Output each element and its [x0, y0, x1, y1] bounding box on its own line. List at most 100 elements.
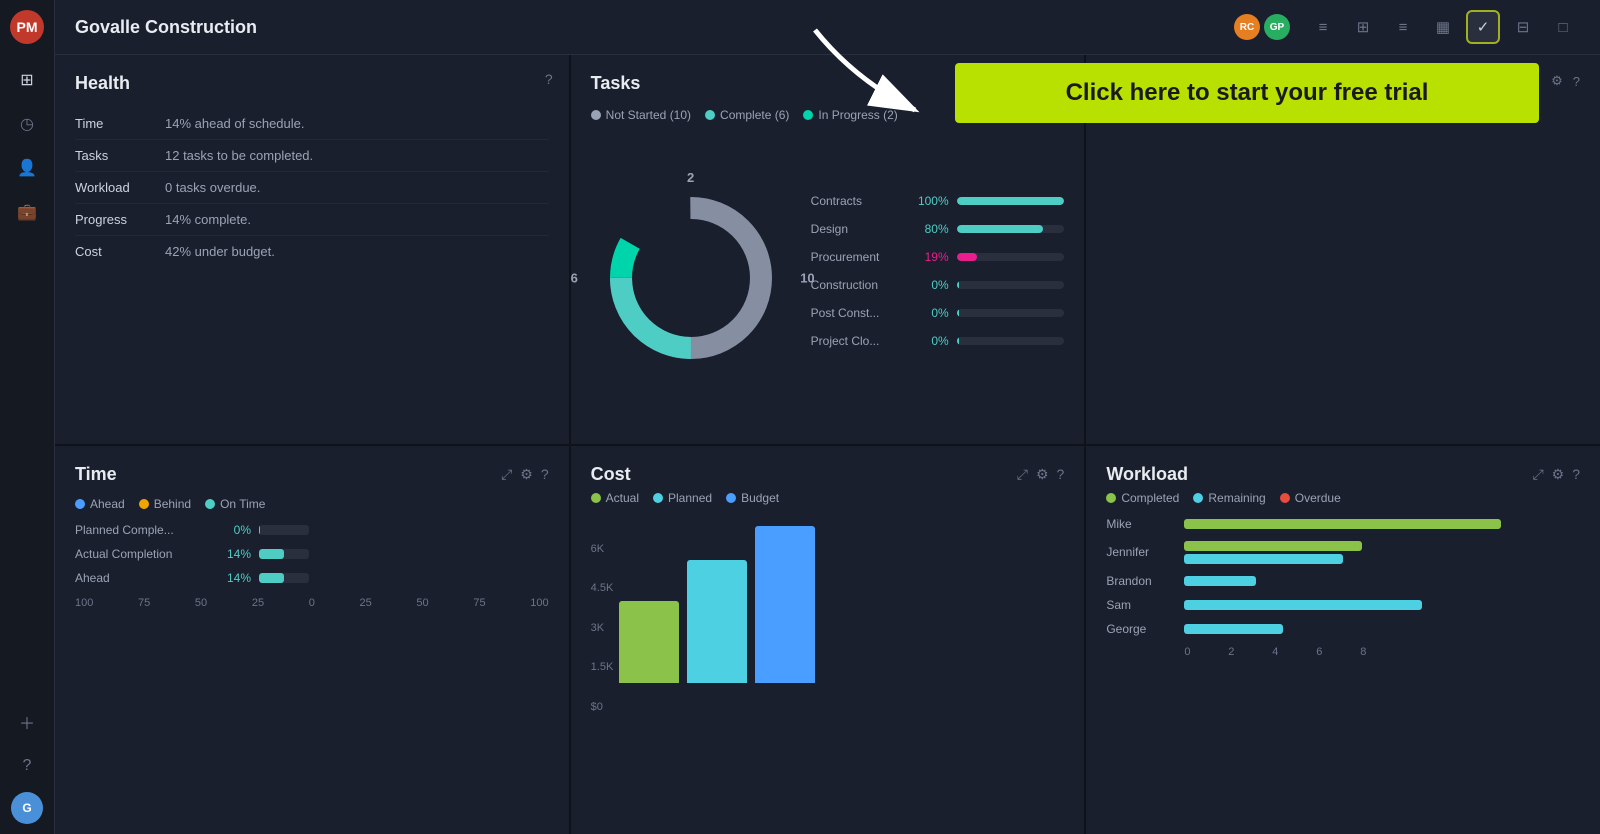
label-ahead: Ahead — [90, 497, 125, 511]
wl-bar-jennifer-completed — [1184, 541, 1362, 551]
workload-name-george: George — [1106, 622, 1176, 636]
task-bar-label-construction: Construction — [811, 278, 901, 292]
cost-help-icon[interactable]: ? — [1057, 466, 1065, 483]
workload-settings-icon[interactable]: ⚙ — [1552, 466, 1565, 483]
time-axis: 100 75 50 25 0 25 50 75 100 — [75, 597, 549, 609]
task-bar-contracts: Contracts 100% — [811, 194, 1065, 208]
task-bar-label-post-const: Post Const... — [811, 306, 901, 320]
sidebar-item-time[interactable]: ◷ — [9, 106, 45, 142]
legend-planned: Planned — [653, 491, 712, 505]
avatar-group: RC GP — [1234, 14, 1290, 40]
sidebar-item-home[interactable]: ⊞ — [9, 62, 45, 98]
workload-expand-icon[interactable]: ⤢ — [1532, 466, 1543, 483]
time-settings-icon[interactable]: ⚙ — [520, 466, 533, 483]
health-value-time: 14% ahead of schedule. — [165, 116, 305, 131]
task-bar-track-contracts — [957, 197, 1065, 205]
time-bar-track-actual — [259, 549, 309, 559]
legend-dot-in-progress — [803, 110, 813, 120]
sidebar-item-people[interactable]: 👤 — [9, 150, 45, 186]
cost-bar-planned — [687, 560, 747, 682]
time-bar-label-ahead: Ahead — [75, 571, 205, 585]
dot-ahead — [75, 499, 85, 509]
toolbar: ≡ ⊞ ≡ ▦ ✓ ⊟ □ — [1306, 10, 1580, 44]
wl-label-overdue: Overdue — [1295, 491, 1341, 505]
board-view-button[interactable]: ⊞ — [1346, 10, 1380, 44]
health-label-time: Time — [75, 116, 165, 131]
doc-view-button[interactable]: □ — [1546, 10, 1580, 44]
settings-icon[interactable]: ⚙ — [1551, 73, 1563, 89]
cost-title: Cost — [591, 464, 1017, 485]
wl-bar-jennifer-remaining — [1184, 554, 1342, 564]
time-panel: Time ⤢ ⚙ ? Ahead Behind On Tim — [55, 446, 569, 834]
axis-100-left: 100 — [75, 597, 93, 609]
task-bar-label-design: Design — [811, 222, 901, 236]
app-logo[interactable]: PM — [10, 10, 44, 44]
workload-row-mike: Mike — [1106, 517, 1580, 531]
cost-expand-icon[interactable]: ⤢ — [1017, 466, 1028, 483]
label-on-time: On Time — [220, 497, 265, 511]
task-bar-label-procurement: Procurement — [811, 250, 901, 264]
legend-dot-complete — [705, 110, 715, 120]
axis-50-right: 50 — [416, 597, 428, 609]
sidebar-item-help[interactable]: ? — [9, 748, 45, 784]
health-panel: Health ? Time 14% ahead of schedule. Tas… — [55, 55, 569, 444]
time-help-icon[interactable]: ? — [541, 466, 549, 483]
workload-bars-mike — [1184, 519, 1580, 529]
sidebar: PM ⊞ ◷ 👤 💼 ＋ ? G — [0, 0, 55, 834]
legend-ahead: Ahead — [75, 497, 125, 511]
avatar-gp[interactable]: GP — [1264, 14, 1290, 40]
cost-panel-icons: ⤢ ⚙ ? — [1017, 466, 1065, 483]
dashboard-view-button[interactable]: ✓ — [1466, 10, 1500, 44]
legend-label-in-progress: In Progress (2) — [818, 108, 897, 122]
health-table: Time 14% ahead of schedule. Tasks 12 tas… — [75, 108, 549, 267]
cost-y-axis: 6K 4.5K 3K 1.5K $0 — [591, 543, 620, 713]
list-view-button[interactable]: ≡ — [1306, 10, 1340, 44]
free-trial-text[interactable]: Click here to start your free trial — [955, 63, 1539, 123]
axis-25-left: 25 — [252, 597, 264, 609]
legend-in-progress: In Progress (2) — [803, 108, 897, 122]
workload-legend: Completed Remaining Overdue — [1106, 491, 1580, 505]
axis-0: 0 — [309, 597, 315, 609]
dot-actual — [591, 493, 601, 503]
wl-axis-4: 4 — [1272, 646, 1278, 658]
axis-100-right: 100 — [530, 597, 548, 609]
workload-axis: 0 2 4 6 8 — [1106, 646, 1366, 658]
table-view-button[interactable]: ▦ — [1426, 10, 1460, 44]
sidebar-item-portfolio[interactable]: 💼 — [9, 194, 45, 230]
task-bar-pct-design: 80% — [909, 222, 949, 236]
axis-25-right: 25 — [360, 597, 372, 609]
sidebar-item-add[interactable]: ＋ — [9, 704, 45, 740]
y-label-1-5k: 1.5K — [591, 661, 614, 673]
time-header: Time ⤢ ⚙ ? — [75, 464, 549, 485]
help-icon-right[interactable]: ? — [1573, 74, 1580, 89]
cost-header: Cost ⤢ ⚙ ? — [591, 464, 1065, 485]
workload-panel: Workload ⤢ ⚙ ? Completed Remaining — [1086, 446, 1600, 834]
task-bar-fill-project-clo — [957, 337, 959, 345]
task-bar-pct-procurement: 19% — [909, 250, 949, 264]
health-row-time: Time 14% ahead of schedule. — [75, 108, 549, 140]
workload-help-icon[interactable]: ? — [1572, 466, 1580, 483]
wl-dot-completed — [1106, 493, 1116, 503]
cost-legend: Actual Planned Budget — [591, 491, 1065, 505]
task-bar-track-post-const — [957, 309, 1065, 317]
task-bar-fill-construction — [957, 281, 959, 289]
free-trial-banner[interactable]: Click here to start your free trial — [955, 63, 1539, 123]
time-expand-icon[interactable]: ⤢ — [501, 466, 512, 483]
cost-chart-area: 6K 4.5K 3K 1.5K $0 — [591, 513, 1065, 713]
y-label-4-5k: 4.5K — [591, 582, 614, 594]
avatar-rc[interactable]: RC — [1234, 14, 1260, 40]
time-bar-fill-ahead — [259, 573, 284, 583]
task-bar-pct-construction: 0% — [909, 278, 949, 292]
task-bar-procurement: Procurement 19% — [811, 250, 1065, 264]
task-bar-pct-post-const: 0% — [909, 306, 949, 320]
gantt-view-button[interactable]: ≡ — [1386, 10, 1420, 44]
calendar-view-button[interactable]: ⊟ — [1506, 10, 1540, 44]
wl-axis-0: 0 — [1184, 646, 1190, 658]
cost-settings-icon[interactable]: ⚙ — [1036, 466, 1049, 483]
health-label-workload: Workload — [75, 180, 165, 195]
y-label-6k: 6K — [591, 543, 614, 555]
cost-bar-budget — [755, 526, 815, 682]
user-avatar[interactable]: G — [11, 792, 43, 824]
time-bar-actual: Actual Completion 14% — [75, 547, 549, 561]
health-help-icon[interactable]: ? — [545, 71, 553, 87]
